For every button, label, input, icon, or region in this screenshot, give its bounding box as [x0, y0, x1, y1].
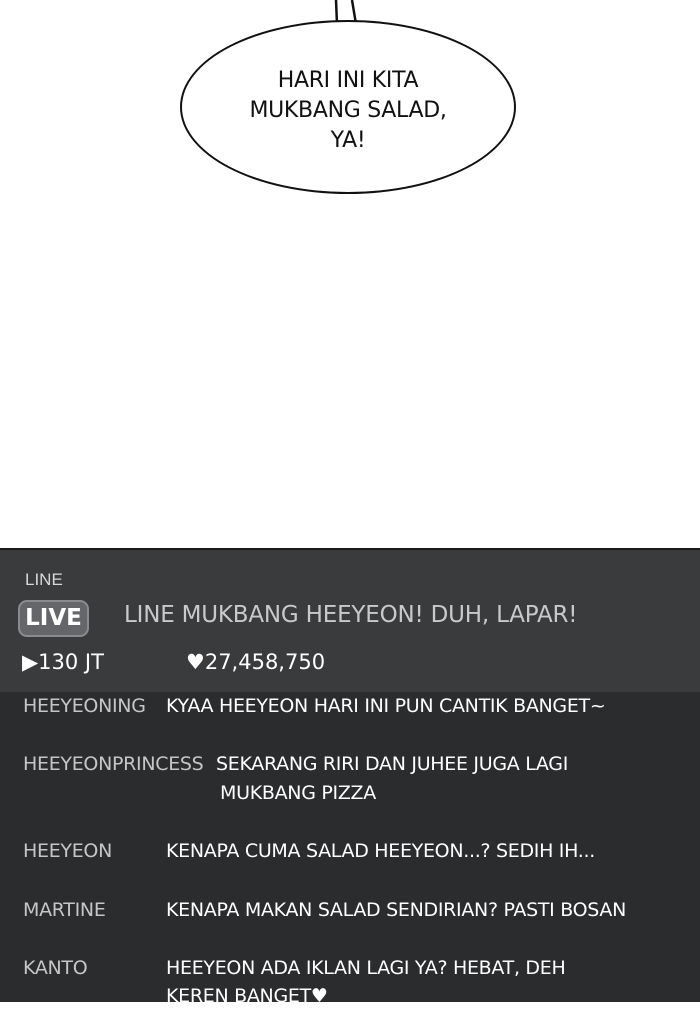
- stream-header: LINE LIVE LINE MUKBANG HEEYEON! DUH, LAP…: [0, 550, 700, 692]
- brand-label: LINE: [25, 570, 63, 589]
- chat-username[interactable]: HEEYEONING: [23, 692, 146, 720]
- chat-username[interactable]: HEEYEONPRINCESS: [23, 750, 204, 778]
- chat-text: SEKARANG RIRI DAN JUHEE JUGA LAGI: [216, 753, 569, 775]
- view-count-value: 130 JT: [38, 650, 104, 674]
- chat-text: KYAA HEEYEON HARI INI PUN CANTIK BANGET~: [166, 695, 606, 717]
- live-badge[interactable]: LIVE: [18, 600, 89, 637]
- chat-username[interactable]: MARTINE: [23, 896, 106, 924]
- chat-text: KENAPA MAKAN SALAD SENDIRIAN? PASTI BOSA…: [166, 899, 627, 921]
- speech-line-1: HARI INI KITA: [277, 68, 419, 93]
- chat-username[interactable]: KANTO: [23, 954, 88, 982]
- like-count-value: 27,458,750: [204, 650, 326, 674]
- play-icon: ▶: [22, 650, 39, 674]
- chat-username[interactable]: HEEYEON: [23, 837, 112, 865]
- live-stream-panel: LINE LIVE LINE MUKBANG HEEYEON! DUH, LAP…: [0, 548, 700, 1007]
- speech-line-2: MUKBANG SALAD,: [249, 98, 447, 123]
- heart-icon: ♥: [186, 650, 205, 674]
- chat-text: KENAPA CUMA SALAD HEEYEON...? SEDIH IH..…: [166, 840, 595, 862]
- speech-line-3: YA!: [330, 128, 366, 153]
- speech-bubble-text: HARI INI KITA MUKBANG SALAD, YA!: [180, 66, 516, 156]
- stream-title: LINE MUKBANG HEEYEON! DUH, LAPAR!: [124, 602, 578, 628]
- view-count: ▶130 JT: [22, 650, 104, 674]
- chat-text-continued: KEREN BANGET♥: [166, 985, 328, 1007]
- like-count[interactable]: ♥27,458,750: [186, 650, 325, 674]
- chat-text: HEEYEON ADA IKLAN LAGI YA? HEBAT, DEH: [166, 957, 566, 979]
- chat-text-continued: MUKBANG PIZZA: [220, 782, 376, 804]
